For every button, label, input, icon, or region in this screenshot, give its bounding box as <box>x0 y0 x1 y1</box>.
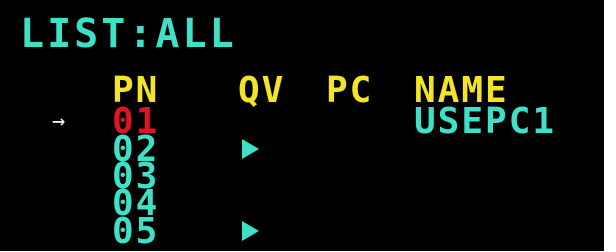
osd-screen: LIST:ALL PN QV PC NAME → 01 USEPC1 02 03… <box>0 0 604 251</box>
port-name[interactable]: USEPC1 <box>414 104 556 140</box>
column-header-qv: QV <box>238 70 286 111</box>
port-row-05[interactable]: 05 <box>0 214 604 250</box>
list-title: LIST:ALL <box>20 11 237 57</box>
port-row-04[interactable]: 04 <box>0 186 604 222</box>
port-number[interactable]: 05 <box>112 214 159 250</box>
column-header-pc: PC <box>326 70 374 111</box>
port-row-02[interactable]: 02 <box>0 132 604 168</box>
play-triangle-icon <box>242 139 259 159</box>
play-triangle-icon <box>242 221 259 241</box>
port-row-01[interactable]: → 01 USEPC1 <box>0 104 604 140</box>
port-row-03[interactable]: 03 <box>0 159 604 195</box>
selection-arrow-icon: → <box>52 109 66 134</box>
